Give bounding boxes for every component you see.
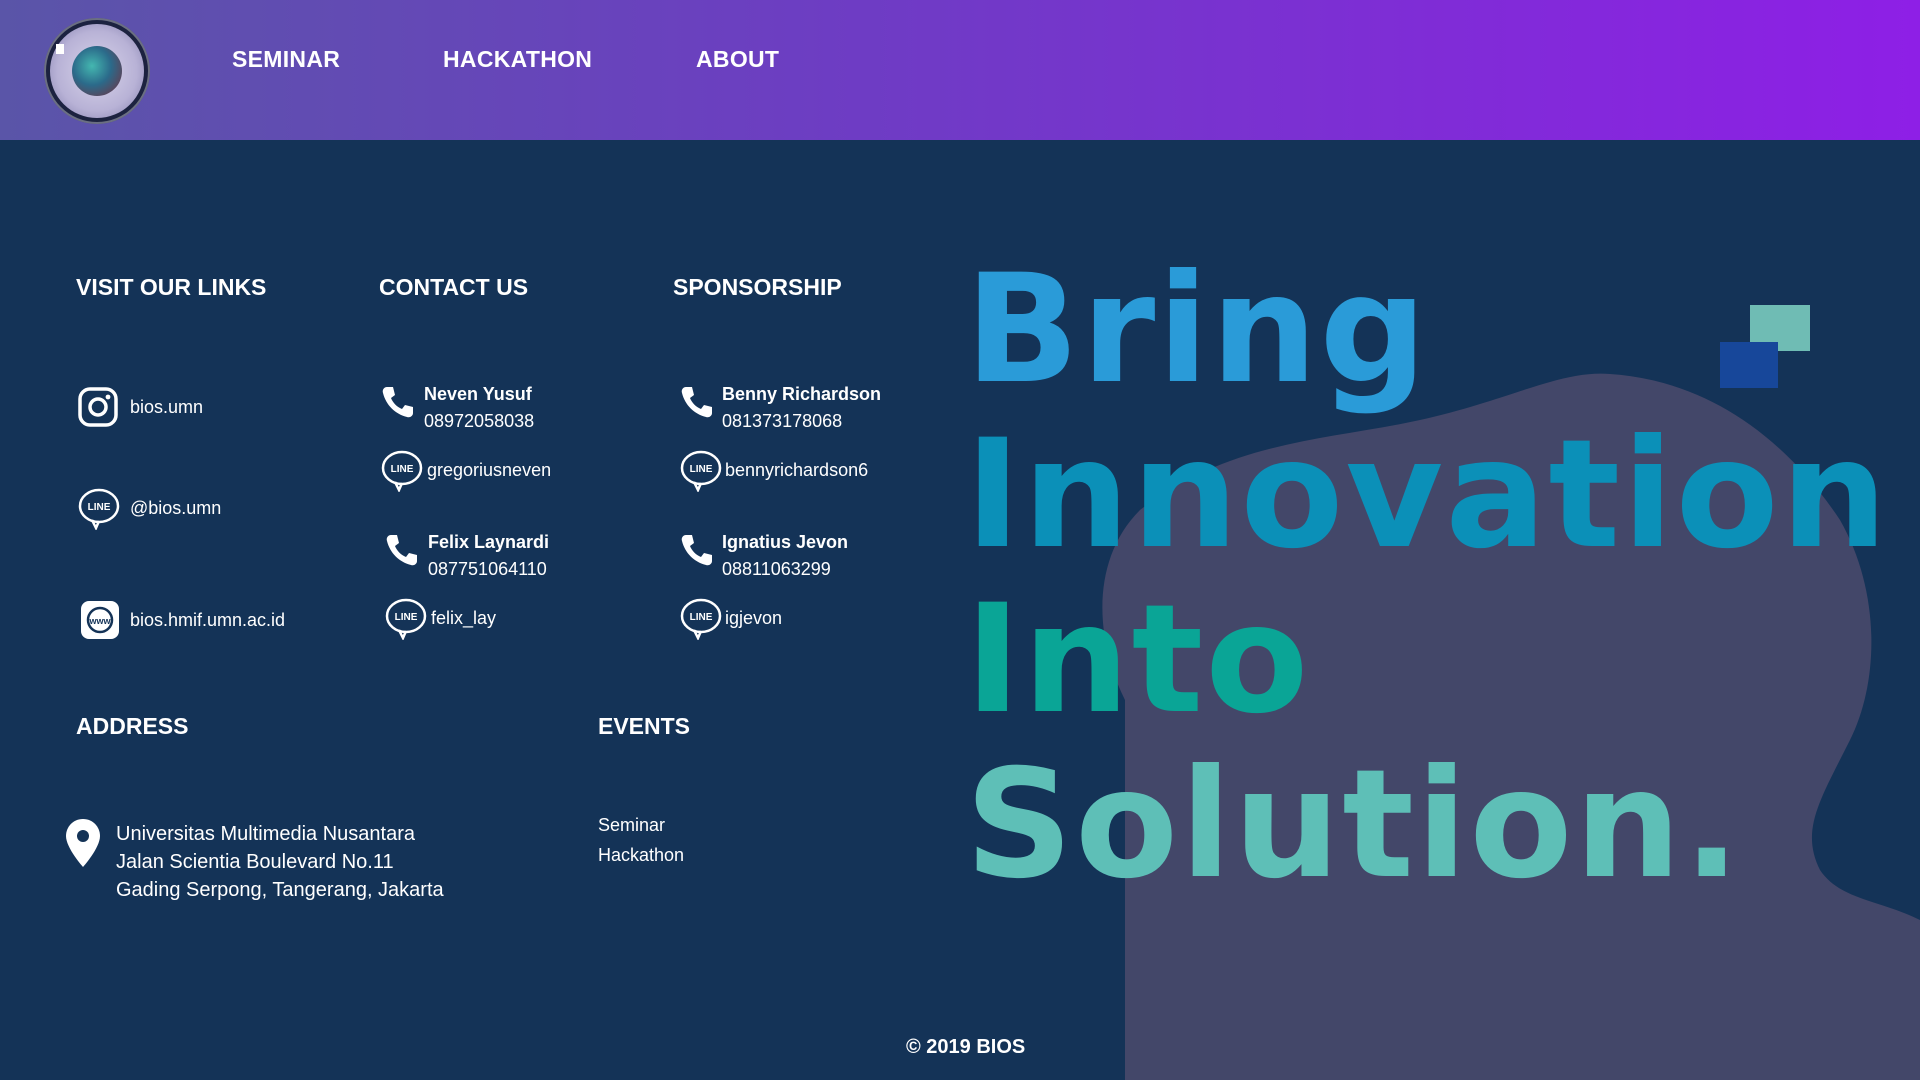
phone-icon <box>679 384 719 424</box>
link-website[interactable]: www bios.hmif.umn.ac.id <box>80 600 285 640</box>
sponsor-ignatius-line[interactable]: LINE igjevon <box>680 598 783 641</box>
hero-line-4: Solution. <box>965 738 1743 912</box>
event-link-seminar[interactable]: Seminar <box>598 810 684 840</box>
sponsor-benny-line[interactable]: LINE bennyrichardson6 <box>680 450 869 493</box>
sponsor-name: Benny Richardson <box>722 384 882 404</box>
contact-felix[interactable]: Felix Laynardi 087751064110 <box>384 532 549 580</box>
sponsor-benny[interactable]: Benny Richardson 081373178068 <box>679 384 881 432</box>
sponsor-phone: 081373178068 <box>722 411 843 431</box>
line-handle: @bios.umn <box>130 497 222 518</box>
sponsor-name: Ignatius Jevon <box>722 532 849 552</box>
address-block: Universitas Multimedia Nusantara Jalan S… <box>116 820 444 904</box>
line-icon: LINE <box>78 488 120 531</box>
events-title: EVENTS <box>598 713 691 739</box>
svg-text:LINE: LINE <box>395 612 418 623</box>
line-icon: LINE <box>680 450 722 493</box>
svg-text:LINE: LINE <box>391 464 414 475</box>
map-pin-icon <box>65 818 101 873</box>
sponsor-phone: 08811063299 <box>722 559 831 579</box>
line-icon: LINE <box>385 598 427 641</box>
link-instagram[interactable]: bios.umn <box>78 387 203 427</box>
contact-felix-line[interactable]: LINE felix_lay <box>385 598 497 641</box>
contact-title: CONTACT US <box>379 274 529 300</box>
event-link-hackathon[interactable]: Hackathon <box>598 840 684 870</box>
links-title: VISIT OUR LINKS <box>76 274 267 300</box>
hero-line-2: Innovation <box>965 408 1890 582</box>
sponsor-ignatius[interactable]: Ignatius Jevon 08811063299 <box>679 532 848 580</box>
svg-text:LINE: LINE <box>690 464 713 475</box>
contact-neven[interactable]: Neven Yusuf 08972058038 <box>380 384 534 432</box>
contact-line-id: gregoriusneven <box>427 459 552 480</box>
contact-neven-line[interactable]: LINE gregoriusneven <box>381 450 552 493</box>
phone-icon <box>384 532 424 572</box>
svg-text:LINE: LINE <box>88 502 111 513</box>
events-list: Seminar Hackathon <box>598 810 684 870</box>
contact-name: Felix Laynardi <box>428 532 550 552</box>
svg-text:www: www <box>88 616 111 626</box>
contact-phone: 087751064110 <box>428 559 547 579</box>
line-icon: LINE <box>680 598 722 641</box>
decor-square-blue <box>1720 342 1778 388</box>
sponsorship-title: SPONSORSHIP <box>673 274 842 300</box>
address-line-1: Universitas Multimedia Nusantara <box>116 823 416 845</box>
link-line[interactable]: LINE @bios.umn <box>78 488 222 531</box>
address-line-2: Jalan Scientia Boulevard No.11 <box>116 851 394 873</box>
instagram-handle: bios.umn <box>130 396 204 417</box>
instagram-icon <box>78 387 118 427</box>
hero-line-3: Into <box>965 573 1311 747</box>
contact-name: Neven Yusuf <box>424 384 532 404</box>
hero-line-1: Bring <box>965 243 1429 417</box>
sponsor-line-id: bennyrichardson6 <box>725 459 869 480</box>
contact-phone: 08972058038 <box>424 411 535 431</box>
svg-text:LINE: LINE <box>690 612 713 623</box>
phone-icon <box>380 384 420 424</box>
copyright: © 2019 BIOS <box>906 1036 1026 1058</box>
contact-line-id: felix_lay <box>431 607 497 628</box>
phone-icon <box>679 532 719 572</box>
sponsor-line-id: igjevon <box>725 607 783 628</box>
web-icon: www <box>80 600 120 640</box>
line-icon: LINE <box>381 450 423 493</box>
address-title: ADDRESS <box>76 713 189 739</box>
address-line-3: Gading Serpong, Tangerang, Jakarta <box>116 879 444 901</box>
website-url: bios.hmif.umn.ac.id <box>130 609 286 630</box>
